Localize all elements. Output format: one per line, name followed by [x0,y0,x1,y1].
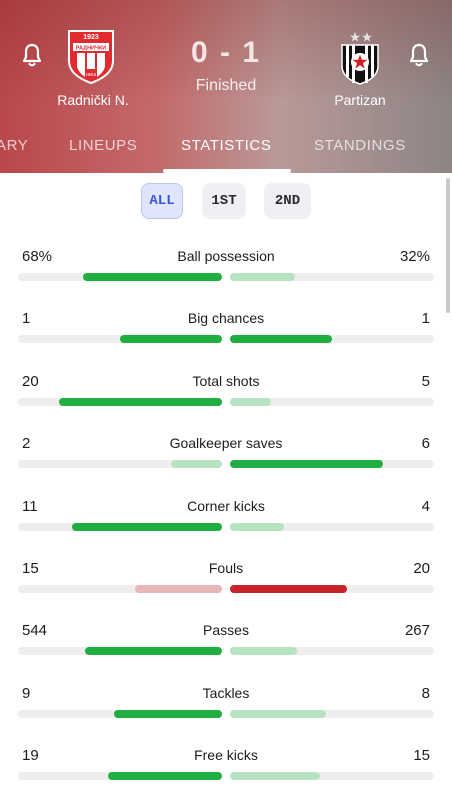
stat-away-value: 15 [413,747,430,764]
stat-away-bar-track [230,772,434,780]
stat-away-bar-track [230,398,434,406]
period-selector: ALL 1ST 2ND [0,183,452,219]
stat-away-bar [230,585,347,593]
period-all-button[interactable]: ALL [141,183,183,219]
stat-row: 68% Ball possession 32% [0,248,452,310]
stat-row: 2 Goalkeeper saves 6 [0,435,452,497]
stat-away-bar-track [230,523,434,531]
stat-home-value: 1 [22,310,31,327]
stat-home-bar-track [18,523,222,531]
stat-home-bar-track [18,460,222,468]
stat-away-bar [230,273,295,281]
stat-home-value: 544 [22,622,48,639]
stat-away-bar [230,647,297,655]
stat-home-value: 2 [22,435,31,452]
stat-away-bar [230,523,284,531]
match-header: 1923 РАДНИЧКИ НИШ Radnički N. 0 - 1 Fini… [0,0,452,173]
bell-icon[interactable] [408,42,430,68]
stat-home-value: 68% [22,248,53,265]
stat-home-bar-track [18,772,222,780]
away-team-crest[interactable] [337,30,383,86]
stat-away-value: 267 [404,622,430,639]
stat-away-value: 4 [421,498,430,515]
stat-away-bar-track [230,335,434,343]
stat-row: 20 Total shots 5 [0,373,452,435]
period-2nd-button[interactable]: 2ND [264,183,311,219]
away-team-name[interactable]: Partizan [300,92,420,108]
crest-name-text: РАДНИЧКИ [76,46,106,52]
stat-row: 1 Big chances 1 [0,310,452,372]
tab-active-indicator [163,169,291,173]
stat-label: Goalkeeper saves [169,435,283,451]
stat-away-bar-track [230,710,434,718]
stat-away-value: 8 [421,685,430,702]
stat-row: 544 Passes 267 [0,622,452,684]
stat-label: Tackles [202,685,250,701]
stat-home-value: 20 [22,373,39,390]
stat-away-bar-track [230,647,434,655]
stat-away-bar [230,710,326,718]
stat-away-bar [230,772,320,780]
stat-home-bar [114,710,222,718]
stat-home-bar [59,398,222,406]
stat-home-value: 19 [22,747,39,764]
stat-label: Ball possession [177,248,275,264]
stat-label: Free kicks [194,747,258,763]
stat-label: Big chances [187,310,265,326]
stat-home-bar [72,523,222,531]
stat-home-bar-track [18,273,222,281]
stat-home-bar [85,647,222,655]
stat-label: Passes [203,622,249,638]
tab-statistics[interactable]: STATISTICS [181,137,271,154]
stat-away-bar [230,335,332,343]
stat-row: 9 Tackles 8 [0,685,452,747]
stat-away-value: 20 [413,560,430,577]
stat-home-bar-track [18,585,222,593]
scrollbar[interactable] [446,178,450,313]
stat-home-bar-track [18,398,222,406]
crest-city-text: НИШ [86,72,97,77]
bell-icon[interactable] [21,42,43,68]
stat-home-bar [83,273,222,281]
stat-home-value: 15 [22,560,39,577]
stat-away-value: 6 [421,435,430,452]
stat-away-bar [230,460,383,468]
stat-home-bar [108,772,222,780]
stat-away-bar-track [230,585,434,593]
match-score: 0 - 1 [190,36,262,69]
stat-home-bar-track [18,647,222,655]
stat-home-bar [120,335,222,343]
stat-label: Total shots [192,373,260,389]
match-status: Finished [195,77,257,94]
stat-away-value: 5 [421,373,430,390]
tab-standings[interactable]: STANDINGS [314,137,406,154]
stat-away-bar [230,398,271,406]
crest-year-text: 1923 [83,34,99,41]
stat-away-value: 1 [421,310,430,327]
tab-lineups[interactable]: LINEUPS [69,137,137,154]
stat-home-bar-track [18,710,222,718]
stat-home-value: 9 [22,685,31,702]
stat-away-value: 32% [399,248,430,265]
stat-home-bar [171,460,222,468]
stat-label: Corner kicks [187,498,265,514]
home-team-crest[interactable]: 1923 РАДНИЧКИ НИШ [67,27,115,85]
stat-away-bar-track [230,460,434,468]
match-tabs: ARY LINEUPS STATISTICS STANDINGS [0,124,452,173]
stat-home-value: 11 [22,498,38,515]
stat-home-bar-track [18,335,222,343]
stat-row: 11 Corner kicks 4 [0,498,452,560]
stat-home-bar [135,585,222,593]
period-1st-button[interactable]: 1ST [202,183,246,219]
stat-away-bar-track [230,273,434,281]
stat-row: 19 Free kicks 15 [0,747,452,800]
tab-summary[interactable]: ARY [0,137,28,154]
stat-row: 15 Fouls 20 [0,560,452,622]
stat-label: Fouls [208,560,244,576]
